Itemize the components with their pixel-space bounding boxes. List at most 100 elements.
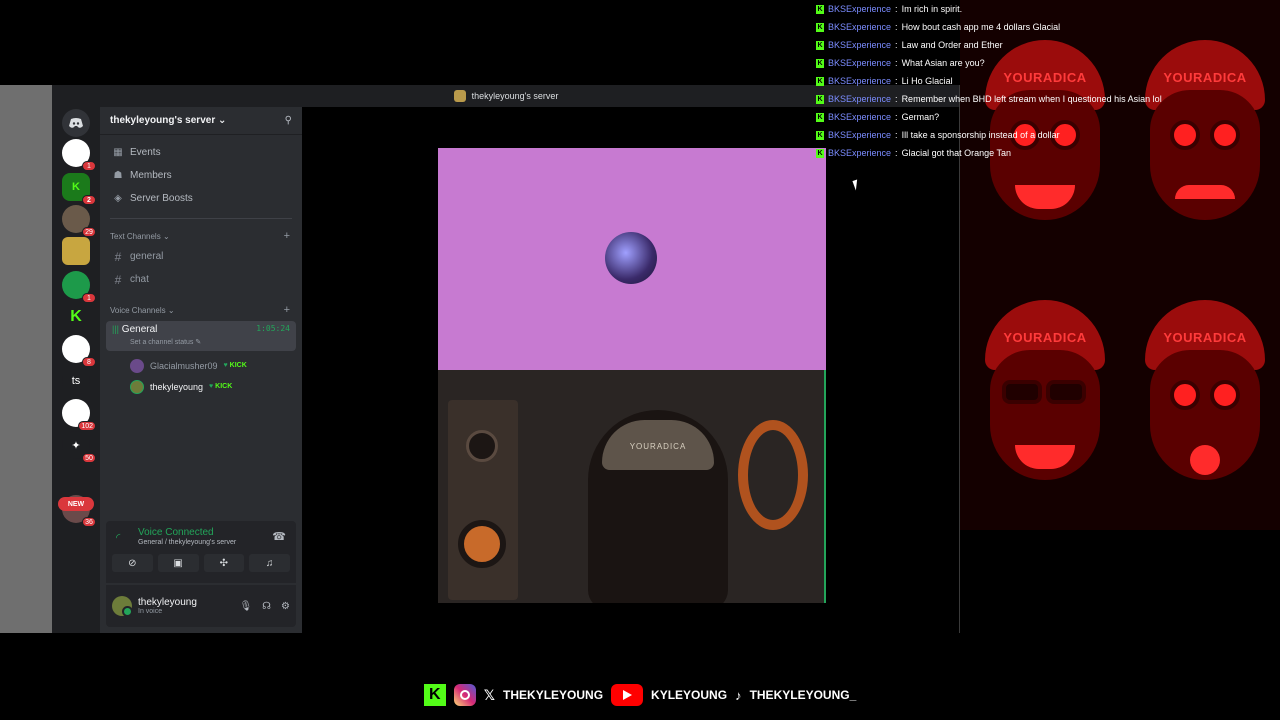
voice-user[interactable]: thekyleyoung ♥ KICK — [100, 376, 302, 397]
pencil-icon: ✎ — [195, 339, 202, 346]
divider — [110, 218, 292, 219]
kick-icon: K — [816, 130, 824, 140]
tiktok-icon: ♪ — [735, 687, 742, 703]
chat-message: K BKSExperience: How bout cash app me 4 do… — [816, 22, 1061, 32]
server-name: thekyleyoung's server — [110, 115, 216, 126]
mention-badge: 29 — [82, 227, 96, 237]
server-icon[interactable]: 1 — [62, 139, 96, 171]
mention-badge: 1 — [82, 293, 96, 303]
chat-message: K BKSExperience: Ill take a sponsorship in… — [816, 130, 1060, 140]
avatar — [130, 358, 144, 373]
kick-icon: K — [816, 148, 824, 158]
nav-server-boosts[interactable]: ◈ Server Boosts — [100, 187, 302, 210]
server-icon[interactable]: 29 — [62, 205, 96, 237]
channel-status[interactable]: Set a channel status — [130, 339, 193, 346]
new-badge: NEW — [58, 497, 94, 511]
tiktok-handle: THEKYLEYOUNG_ — [749, 688, 857, 702]
gear-icon[interactable]: ⚙ — [281, 601, 290, 612]
voice-stage: YOURADICA — [302, 107, 959, 633]
hash-icon: # — [114, 272, 122, 287]
server-icon[interactable]: ✦ 50 — [62, 431, 96, 463]
kick-logo-icon: K — [423, 684, 446, 706]
voice-timer: 1:05:24 — [256, 324, 290, 333]
invite-icon[interactable]: ⚲ — [285, 115, 292, 126]
voice-wave-icon: ||| — [112, 324, 120, 334]
server-icon[interactable]: 8 — [62, 335, 96, 367]
server-mini-icon — [453, 90, 466, 102]
chevron-down-icon: ⌄ — [218, 115, 227, 126]
avatar — [605, 232, 657, 284]
server-rail: 1 K 2 29 1 K 8 ts 102 ✦ 50 36 NEW — [52, 107, 100, 633]
chat-message: K BKSExperience: Remember when BHD left st… — [816, 94, 1162, 104]
kick-icon: K — [816, 76, 824, 86]
chat-message: K BKSExperience: What Asian are you? — [816, 58, 985, 68]
chevron-down-icon: ⌄ — [162, 231, 170, 241]
kick-icon: K — [816, 40, 824, 50]
discord-window: thekyleyoung's server 1 K 2 29 1 K 8 ts … — [52, 85, 960, 633]
kick-icon: K — [816, 112, 824, 122]
headphones-icon[interactable]: ☊ — [262, 601, 271, 612]
x-handle: THEKYLEYOUNG — [503, 688, 604, 702]
chat-message: K BKSExperience: German? — [816, 112, 940, 122]
kick-badge: ♥ KICK — [223, 362, 247, 369]
x-icon: 𝕏 — [483, 686, 496, 703]
video-tile-thekyleyoung[interactable]: YOURADICA — [438, 370, 826, 603]
voice-connected-subtitle[interactable]: General / thekyleyoung's server — [138, 539, 290, 546]
balloon-image — [738, 420, 808, 530]
kick-server-icon[interactable]: K 2 — [62, 173, 96, 205]
kick-badge: ♥ KICK — [209, 383, 233, 390]
channel-general[interactable]: # general — [100, 245, 302, 268]
kick-server-icon[interactable]: K — [62, 303, 90, 331]
voice-connected-title: Voice Connected — [138, 527, 214, 538]
screen-share-button[interactable]: ▣ — [157, 554, 199, 572]
server-icon[interactable]: 1 — [62, 271, 96, 303]
nav-members[interactable]: ☗ Members — [100, 164, 302, 187]
nav-events[interactable]: ▦ Events — [100, 141, 302, 164]
server-icon-ts[interactable]: ts — [62, 367, 90, 395]
discord-home-icon[interactable] — [62, 109, 90, 137]
disconnect-icon[interactable]: ☎ — [272, 530, 286, 543]
category-voice-channels[interactable]: Voice Channels ⌄ + — [100, 301, 302, 319]
voice-user[interactable]: Glacialmusher09 ♥ KICK — [100, 355, 302, 376]
kick-icon: K — [816, 4, 824, 14]
category-text-channels[interactable]: Text Channels ⌄ + — [100, 227, 302, 245]
social-bar: K 𝕏 THEKYLEYOUNG KYLEYOUNG ♪ THEKYLEYOUN… — [0, 680, 1280, 710]
kick-icon: K — [816, 94, 824, 104]
voice-connected-panel: ◜ Voice Connected General / thekyleyoung… — [106, 521, 296, 583]
chat-message: K BKSExperience: Law and Order and Ether — [816, 40, 1003, 50]
channel-chat[interactable]: # chat — [100, 268, 302, 291]
youtube-handle: KYLEYOUNG — [651, 688, 728, 702]
boost-icon: ◈ — [114, 193, 122, 204]
kick-icon: K — [816, 58, 824, 68]
chevron-down-icon: ⌄ — [167, 305, 175, 315]
soundboard-button[interactable]: ♫ — [249, 554, 290, 572]
server-icon[interactable] — [62, 237, 90, 265]
streamer-image: YOURADICA — [588, 410, 728, 603]
chat-message: K BKSExperience: Glacial got that Orange T… — [816, 148, 1011, 158]
mention-badge: 102 — [78, 421, 96, 431]
avatar[interactable] — [112, 596, 133, 617]
window-title: thekyleyoung's server — [471, 91, 559, 101]
activities-button[interactable]: ✣ — [203, 554, 245, 572]
speaker-image — [448, 400, 518, 600]
server-icon[interactable]: 102 — [62, 399, 96, 431]
hash-icon: # — [114, 249, 122, 264]
mention-badge: 2 — [82, 195, 96, 205]
server-header[interactable]: thekyleyoung's server ⌄ ⚲ — [100, 107, 302, 135]
stream-chat-overlay: K BKSExperience: Im rich in spirit. K BKSEx… — [816, 0, 1216, 162]
mention-badge: 8 — [82, 357, 96, 367]
camera-off-button[interactable]: ⊘ — [112, 554, 153, 572]
chat-message: K BKSExperience: Im rich in spirit. — [816, 4, 963, 14]
mention-badge: 50 — [82, 453, 96, 463]
mention-badge: 1 — [82, 161, 96, 171]
video-tile-glacialmusher09[interactable] — [438, 148, 826, 370]
user-panel: thekyleyoung In voice 🎙︎ ☊ ⚙ — [106, 585, 296, 627]
voice-channel-general[interactable]: ||| General 1:05:24 Set a channel status… — [106, 321, 296, 351]
microphone-icon[interactable]: 🎙︎ — [239, 601, 252, 612]
user-name: thekyleyoung — [138, 597, 197, 608]
signal-icon: ◜ — [116, 532, 121, 544]
add-channel-icon[interactable]: + — [284, 304, 290, 316]
add-channel-icon[interactable]: + — [284, 230, 290, 242]
youtube-icon — [611, 684, 644, 706]
chat-message: K BKSExperience: Li Ho Glacial — [816, 76, 953, 86]
